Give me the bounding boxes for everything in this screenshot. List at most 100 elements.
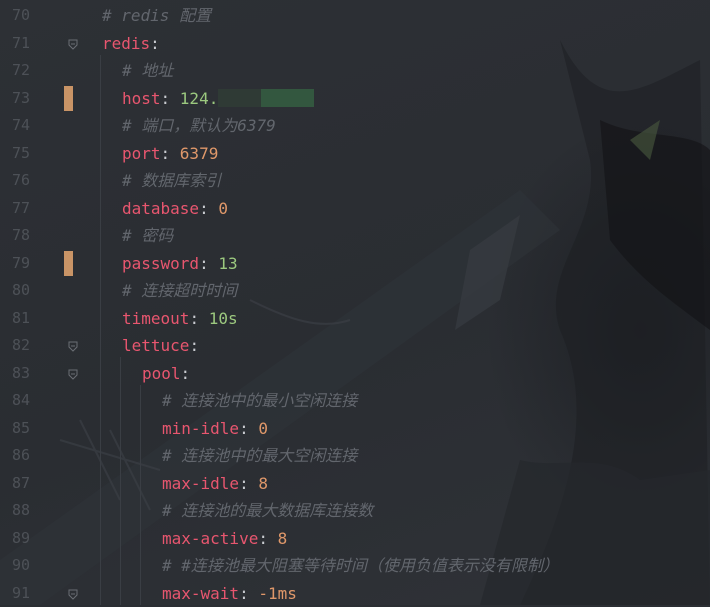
yaml-colon: : bbox=[199, 199, 218, 218]
code-line[interactable]: 91 max-wait: -1ms bbox=[0, 580, 710, 607]
code-text: # 端口，默认为6379 bbox=[122, 112, 276, 140]
yaml-colon: : bbox=[181, 364, 191, 383]
line-number: 85 bbox=[0, 415, 30, 443]
line-number: 82 bbox=[0, 332, 30, 360]
code-line[interactable]: 76# 数据库索引 bbox=[0, 167, 710, 195]
line-number: 80 bbox=[0, 277, 30, 305]
yaml-colon: : bbox=[150, 34, 160, 53]
yaml-value: 13 bbox=[218, 254, 237, 273]
yaml-key: max-idle bbox=[162, 474, 239, 493]
code-text: # 连接池中的最大空闲连接 bbox=[162, 442, 357, 470]
redacted-block bbox=[218, 89, 314, 107]
code-text: max-idle: 8 bbox=[162, 470, 268, 498]
yaml-value: 0 bbox=[258, 419, 268, 438]
fold-marker-icon[interactable] bbox=[68, 369, 78, 380]
code-text: min-idle: 0 bbox=[162, 415, 268, 443]
yaml-value: -1ms bbox=[258, 584, 297, 603]
code-line[interactable]: 84 # 连接池中的最小空闲连接 bbox=[0, 387, 710, 415]
code-line[interactable]: 88 # 连接池的最大数据库连接数 bbox=[0, 497, 710, 525]
yaml-comment: # 连接池中的最小空闲连接 bbox=[162, 391, 357, 410]
yaml-key: redis bbox=[102, 34, 150, 53]
yaml-comment: # 连接池的最大数据库连接数 bbox=[162, 501, 373, 520]
code-line[interactable]: 79 password: 13 bbox=[0, 250, 710, 278]
yaml-key: lettuce bbox=[122, 336, 189, 355]
line-number: 91 bbox=[0, 580, 30, 607]
yaml-key: max-active bbox=[162, 529, 258, 548]
code-text: port: 6379 bbox=[122, 140, 218, 168]
code-text: # #连接池最大阻塞等待时间（使用负值表示没有限制） bbox=[162, 552, 559, 580]
code-editor[interactable]: 70# redis 配置71redis:72# 地址73host: 124.74… bbox=[0, 0, 710, 605]
yaml-key: min-idle bbox=[162, 419, 239, 438]
line-number: 81 bbox=[0, 305, 30, 333]
line-number: 87 bbox=[0, 470, 30, 498]
yaml-key: password bbox=[122, 254, 199, 273]
line-number: 75 bbox=[0, 140, 30, 168]
fold-marker-icon[interactable] bbox=[68, 39, 78, 50]
line-number: 86 bbox=[0, 442, 30, 470]
fold-marker-icon[interactable] bbox=[68, 589, 78, 600]
yaml-comment: # 连接超时时间 bbox=[122, 281, 237, 300]
line-number: 78 bbox=[0, 222, 30, 250]
code-line[interactable]: 70 # redis 配置 bbox=[0, 2, 710, 30]
line-number: 70 bbox=[0, 2, 30, 30]
code-text: password: 13 bbox=[122, 250, 238, 278]
yaml-colon: : bbox=[161, 89, 180, 108]
code-line[interactable]: 71 redis: bbox=[0, 30, 710, 58]
yaml-colon: : bbox=[189, 336, 199, 355]
code-line[interactable]: 82 lettuce: bbox=[0, 332, 710, 360]
code-text: # 连接池的最大数据库连接数 bbox=[162, 497, 373, 525]
yaml-value: 8 bbox=[278, 529, 288, 548]
code-text: timeout: 10s bbox=[122, 305, 238, 333]
code-line[interactable]: 85 min-idle: 0 bbox=[0, 415, 710, 443]
yaml-comment: # 密码 bbox=[122, 226, 173, 245]
code-text: redis: bbox=[102, 30, 160, 58]
yaml-key: timeout bbox=[122, 309, 189, 328]
line-number: 84 bbox=[0, 387, 30, 415]
code-text: max-wait: -1ms bbox=[162, 580, 297, 607]
yaml-value: 124. bbox=[180, 89, 219, 108]
code-line[interactable]: 86 # 连接池中的最大空闲连接 bbox=[0, 442, 710, 470]
code-text: host: 124. bbox=[122, 85, 314, 113]
code-line[interactable]: 72# 地址 bbox=[0, 57, 710, 85]
yaml-comment: # 端口，默认为6379 bbox=[122, 116, 276, 135]
yaml-key: max-wait bbox=[162, 584, 239, 603]
line-number: 90 bbox=[0, 552, 30, 580]
yaml-key: database bbox=[122, 199, 199, 218]
code-line[interactable]: 73host: 124. bbox=[0, 85, 710, 113]
code-text: # 连接池中的最小空闲连接 bbox=[162, 387, 357, 415]
code-line[interactable]: 75 port: 6379 bbox=[0, 140, 710, 168]
line-number: 88 bbox=[0, 497, 30, 525]
code-line[interactable]: 83pool: bbox=[0, 360, 710, 388]
yaml-key: host bbox=[122, 89, 161, 108]
code-text: # 数据库索引 bbox=[122, 167, 221, 195]
code-line[interactable]: 81 timeout: 10s bbox=[0, 305, 710, 333]
yaml-colon: : bbox=[239, 419, 258, 438]
change-marker[interactable] bbox=[64, 86, 73, 111]
yaml-value: 6379 bbox=[180, 144, 219, 163]
code-line[interactable]: 74# 端口，默认为6379 bbox=[0, 112, 710, 140]
yaml-key: port bbox=[122, 144, 161, 163]
yaml-colon: : bbox=[161, 144, 180, 163]
yaml-key: pool bbox=[142, 364, 181, 383]
code-text: pool: bbox=[142, 360, 190, 388]
yaml-comment: # 连接池中的最大空闲连接 bbox=[162, 446, 357, 465]
line-number: 79 bbox=[0, 250, 30, 278]
yaml-comment: # 数据库索引 bbox=[122, 171, 221, 190]
code-text: max-active: 8 bbox=[162, 525, 287, 553]
code-line[interactable]: 80 # 连接超时时间 bbox=[0, 277, 710, 305]
yaml-colon: : bbox=[258, 529, 277, 548]
code-text: # 地址 bbox=[122, 57, 173, 85]
line-number: 71 bbox=[0, 30, 30, 58]
yaml-comment: # redis 配置 bbox=[102, 6, 211, 25]
fold-marker-icon[interactable] bbox=[68, 341, 78, 352]
code-line[interactable]: 90 # #连接池最大阻塞等待时间（使用负值表示没有限制） bbox=[0, 552, 710, 580]
code-line[interactable]: 78 # 密码 bbox=[0, 222, 710, 250]
line-number: 89 bbox=[0, 525, 30, 553]
code-line[interactable]: 77database: 0 bbox=[0, 195, 710, 223]
change-marker[interactable] bbox=[64, 251, 73, 276]
code-line[interactable]: 89 max-active: 8 bbox=[0, 525, 710, 553]
yaml-colon: : bbox=[189, 309, 208, 328]
yaml-value: 0 bbox=[218, 199, 228, 218]
yaml-value: 8 bbox=[258, 474, 268, 493]
code-line[interactable]: 87 max-idle: 8 bbox=[0, 470, 710, 498]
